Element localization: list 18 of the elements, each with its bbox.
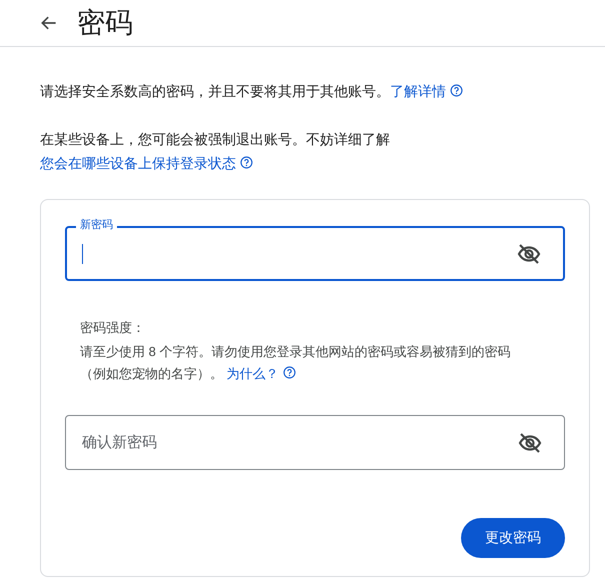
link[interactable]: 为什么？: [226, 366, 279, 381]
info-text: 请选择安全系数高的密码，并且不要将其用于其他账号。了解详情: [40, 79, 580, 103]
strength-label: 密码强度：: [80, 319, 146, 337]
link[interactable]: 您会在哪些设备上保持登录状态: [40, 155, 236, 171]
password-field[interactable]: 确认新密码: [65, 415, 565, 470]
info-text: 在某些设备上，您可能会被强制退出账号。不妨详细了解 您会在哪些设备上保持登录状态: [40, 130, 391, 173]
link[interactable]: 了解详情: [390, 83, 446, 99]
text-cursor: [82, 244, 83, 264]
field-label: 新密码: [76, 218, 117, 232]
eye-slash-icon[interactable]: [518, 430, 542, 454]
hint-text: 请至少使用 8 个字符。请勿使用您登录其他网站的密码或容易被猜到的密码（例如您宠物的名字）。 为什么？: [80, 343, 512, 383]
page-title: 密码: [77, 6, 133, 40]
help-icon[interactable]: [240, 156, 253, 169]
eye-slash-icon[interactable]: [517, 242, 541, 266]
field-placeholder: 确认新密码: [82, 434, 157, 451]
help-icon[interactable]: [282, 366, 296, 379]
change-password-button[interactable]: 更改密码: [461, 518, 565, 558]
help-icon[interactable]: [450, 84, 463, 97]
